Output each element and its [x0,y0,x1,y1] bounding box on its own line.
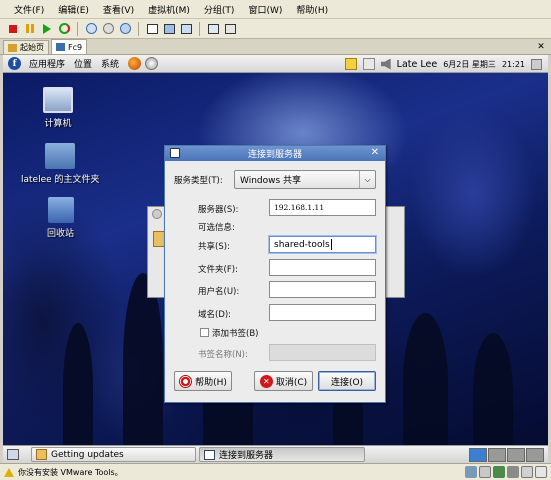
task-getting-updates[interactable]: Getting updates [31,447,196,462]
sound-icon[interactable] [521,466,533,478]
vm-statusbar: 你没有安装 VMware Tools。 [0,463,551,480]
hdd-icon[interactable] [465,466,477,478]
dialog-titlebar[interactable]: 连接到服务器 ✕ [165,146,385,161]
share-label: 共享(S): [198,242,230,252]
text-cursor [330,239,332,250]
cdrom-icon[interactable] [479,466,491,478]
menu-team[interactable]: 分组(T) [204,3,235,16]
gnome-bottom-panel: Getting updates 连接到服务器 [3,445,548,463]
volume-icon[interactable] [380,58,391,70]
folder-label: 文件夹(F): [198,265,238,275]
network-icon[interactable] [531,58,542,70]
vm-icon [56,43,65,51]
window-icon [204,449,215,460]
desktop-icon-trash[interactable]: 回收站 [47,197,74,239]
username-field[interactable] [269,281,376,298]
desktop-icon-home[interactable]: latelee 的主文件夹 [21,143,100,185]
clock-time[interactable]: 21:21 [502,60,525,69]
service-type-select[interactable]: Windows 共享 ⌵ [234,170,376,189]
workspace-2[interactable] [488,448,506,462]
cancel-button[interactable]: ✕ 取消(C) [254,371,313,391]
network-adapter-icon[interactable] [493,466,505,478]
show-desktop-icon[interactable] [7,449,19,460]
update-notifier-icon[interactable] [362,58,375,70]
domain-field[interactable] [269,304,376,321]
bookmark-name-label: 书签名称(N): [198,350,248,360]
chevron-down-icon: ⌵ [359,171,375,188]
trash-icon [47,197,74,223]
snapshot-icon[interactable] [84,22,98,36]
close-tab-icon[interactable]: ✕ [535,41,547,53]
fullscreen-icon[interactable] [206,22,220,36]
connect-to-server-dialog: 连接到服务器 ✕ 服务类型(T): Windows 共享 ⌵ 服务器(S): 1… [164,145,386,403]
desktop-icon-computer[interactable]: 计算机 [43,87,73,129]
vm-menubar: 文件(F) 编辑(E) 查看(V) 虚拟机(M) 分组(T) 窗口(W) 帮助(… [0,0,551,19]
username-label: 用户名(U): [198,287,240,297]
computer-icon [43,87,73,113]
bookmark-checkbox-label[interactable]: 添加书签(B) [212,327,258,339]
home-icon [8,43,17,52]
menu-window[interactable]: 窗口(W) [248,3,282,16]
home-folder-icon [45,143,76,169]
workspace-3[interactable] [507,448,525,462]
domain-label: 域名(D): [198,310,232,320]
evolution-mail-icon[interactable] [145,57,159,70]
service-type-label: 服务类型(T): [174,176,223,186]
dialog-window-icon [170,148,180,158]
firefox-icon[interactable] [128,57,142,70]
menu-file[interactable]: 文件(F) [14,3,44,16]
menu-system[interactable]: 系统 [101,57,119,70]
connect-button[interactable]: 连接(O) [318,371,376,391]
server-label: 服务器(S): [198,205,239,215]
quick-switch-icon[interactable] [162,22,176,36]
vm-toolbar [0,19,551,39]
optional-info-label: 可选信息: [198,223,235,233]
bookmark-name-field [269,344,376,361]
snapshot-manager-icon[interactable] [118,22,132,36]
device-icons [465,466,547,478]
workspace-1[interactable] [469,448,487,462]
dialog-title: 连接到服务器 [247,150,302,160]
tab-fc9[interactable]: Fc9 [51,39,88,54]
workspace-4[interactable] [526,448,544,462]
notes-icon[interactable] [344,58,357,70]
cancel-icon: ✕ [259,374,273,388]
menu-view[interactable]: 查看(V) [103,3,134,16]
message-icon[interactable] [535,466,547,478]
clock-date[interactable]: 6月2日 星期三 [443,59,496,70]
workspace-switcher[interactable] [469,448,544,462]
vmware-tools-warning[interactable]: 你没有安装 VMware Tools。 [18,467,123,478]
fedora-logo-icon[interactable]: f [8,57,21,70]
close-icon[interactable]: ✕ [371,147,379,158]
usb-icon[interactable] [507,466,519,478]
gnome-top-panel: f 应用程序 位置 系统 Late Lee 6月2日 星期三 21:21 [3,55,548,73]
sidebar-toggle-icon[interactable] [145,22,159,36]
unity-icon[interactable] [223,22,237,36]
warning-icon [4,467,14,477]
vm-tabbar: 起始页 Fc9 [0,39,551,55]
tab-home[interactable]: 起始页 [3,40,49,54]
folder-field[interactable] [269,259,376,276]
stop-icon[interactable] [6,22,20,36]
server-field[interactable]: 192.168.1.11 [269,199,376,216]
revert-icon[interactable] [101,22,115,36]
play-icon[interactable] [40,22,54,36]
window-icon [152,209,162,219]
share-field[interactable]: shared-tools [269,236,376,253]
package-updater-icon [36,449,47,460]
pause-icon[interactable] [23,22,37,36]
bookmark-checkbox[interactable] [200,328,209,337]
task-connect-to-server[interactable]: 连接到服务器 [199,447,365,462]
menu-vm[interactable]: 虚拟机(M) [148,3,190,16]
menu-help[interactable]: 帮助(H) [296,3,328,16]
reset-icon[interactable] [57,22,71,36]
menu-applications[interactable]: 应用程序 [29,57,65,70]
help-button[interactable]: 帮助(H) [174,371,232,391]
console-icon[interactable] [179,22,193,36]
menu-places[interactable]: 位置 [74,57,92,70]
menu-edit[interactable]: 编辑(E) [58,3,89,16]
user-name[interactable]: Late Lee [397,59,438,70]
help-lifebuoy-icon [179,374,193,388]
